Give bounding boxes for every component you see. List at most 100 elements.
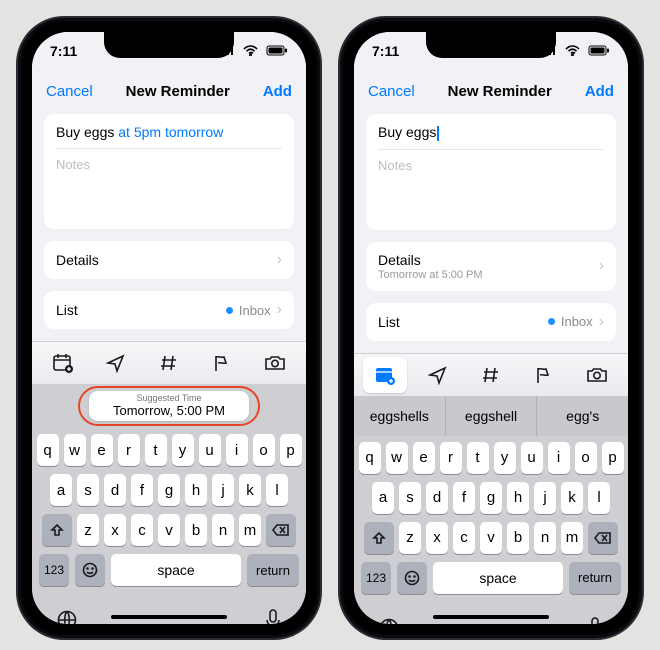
return-key[interactable]: return <box>247 554 299 586</box>
key-q[interactable]: q <box>359 442 381 474</box>
key-m[interactable]: m <box>239 514 261 546</box>
numbers-key[interactable]: 123 <box>39 554 69 586</box>
prediction-1[interactable]: eggshells <box>354 396 445 436</box>
key-d[interactable]: d <box>104 474 126 506</box>
globe-icon[interactable] <box>378 617 400 624</box>
key-a[interactable]: a <box>50 474 72 506</box>
list-row[interactable]: List Inbox › <box>44 291 294 329</box>
key-t[interactable]: t <box>467 442 489 474</box>
key-h[interactable]: h <box>185 474 207 506</box>
calendar-button[interactable] <box>363 357 407 393</box>
key-b[interactable]: b <box>507 522 529 554</box>
key-k[interactable]: k <box>239 474 261 506</box>
key-x[interactable]: x <box>426 522 448 554</box>
return-key[interactable]: return <box>569 562 621 594</box>
key-g[interactable]: g <box>480 482 502 514</box>
add-button[interactable]: Add <box>263 83 292 100</box>
key-s[interactable]: s <box>399 482 421 514</box>
shift-key[interactable] <box>364 522 394 554</box>
key-p[interactable]: p <box>280 434 302 466</box>
key-w[interactable]: w <box>386 442 408 474</box>
home-indicator[interactable] <box>433 615 549 619</box>
backspace-key[interactable] <box>588 522 618 554</box>
prediction-3[interactable]: egg's <box>537 396 628 436</box>
key-v[interactable]: v <box>158 514 180 546</box>
tag-button[interactable] <box>469 357 513 393</box>
key-j[interactable]: j <box>534 482 556 514</box>
key-x[interactable]: x <box>104 514 126 546</box>
key-b[interactable]: b <box>185 514 207 546</box>
details-row[interactable]: Details › <box>44 241 294 279</box>
key-d[interactable]: d <box>426 482 448 514</box>
key-o[interactable]: o <box>253 434 275 466</box>
location-button[interactable] <box>416 357 460 393</box>
space-key[interactable]: space <box>111 554 241 586</box>
calendar-button[interactable] <box>41 345 85 381</box>
space-key[interactable]: space <box>433 562 563 594</box>
key-a[interactable]: a <box>372 482 394 514</box>
key-u[interactable]: u <box>199 434 221 466</box>
key-u[interactable]: u <box>521 442 543 474</box>
details-row[interactable]: Details Tomorrow at 5:00 PM › <box>366 242 616 291</box>
key-z[interactable]: z <box>77 514 99 546</box>
key-f[interactable]: f <box>131 474 153 506</box>
key-c[interactable]: c <box>131 514 153 546</box>
tag-button[interactable] <box>147 345 191 381</box>
key-z[interactable]: z <box>399 522 421 554</box>
key-p[interactable]: p <box>602 442 624 474</box>
cancel-button[interactable]: Cancel <box>46 83 93 100</box>
home-indicator[interactable] <box>111 615 227 619</box>
prediction-2[interactable]: eggshell <box>446 396 537 436</box>
key-q[interactable]: q <box>37 434 59 466</box>
key-f[interactable]: f <box>453 482 475 514</box>
key-i[interactable]: i <box>226 434 248 466</box>
details-subtext: Tomorrow at 5:00 PM <box>378 269 483 281</box>
notes-input[interactable]: Notes <box>378 149 604 220</box>
key-l[interactable]: l <box>266 474 288 506</box>
key-s[interactable]: s <box>77 474 99 506</box>
key-i[interactable]: i <box>548 442 570 474</box>
suggested-time-pill[interactable]: Suggested Time Tomorrow, 5:00 PM <box>89 391 249 421</box>
key-w[interactable]: w <box>64 434 86 466</box>
mic-icon[interactable] <box>586 616 604 624</box>
cancel-button[interactable]: Cancel <box>368 83 415 100</box>
key-j[interactable]: j <box>212 474 234 506</box>
camera-button[interactable] <box>575 357 619 393</box>
key-y[interactable]: y <box>494 442 516 474</box>
key-c[interactable]: c <box>453 522 475 554</box>
key-n[interactable]: n <box>534 522 556 554</box>
emoji-key[interactable] <box>75 554 105 586</box>
title-input[interactable]: Buy eggs <box>378 124 604 141</box>
key-g[interactable]: g <box>158 474 180 506</box>
details-label: Details <box>378 252 483 268</box>
key-r[interactable]: r <box>118 434 140 466</box>
camera-button[interactable] <box>253 345 297 381</box>
backspace-key[interactable] <box>266 514 296 546</box>
globe-icon[interactable] <box>56 609 78 624</box>
key-e[interactable]: e <box>413 442 435 474</box>
location-button[interactable] <box>94 345 138 381</box>
key-o[interactable]: o <box>575 442 597 474</box>
numbers-key[interactable]: 123 <box>361 562 391 594</box>
key-y[interactable]: y <box>172 434 194 466</box>
key-n[interactable]: n <box>212 514 234 546</box>
quick-toolbar <box>32 341 306 384</box>
location-icon <box>106 353 126 373</box>
flag-button[interactable] <box>522 357 566 393</box>
notes-input[interactable]: Notes <box>56 148 282 219</box>
key-m[interactable]: m <box>561 522 583 554</box>
key-e[interactable]: e <box>91 434 113 466</box>
mic-icon[interactable] <box>264 608 282 624</box>
add-button[interactable]: Add <box>585 83 614 100</box>
key-t[interactable]: t <box>145 434 167 466</box>
shift-key[interactable] <box>42 514 72 546</box>
key-k[interactable]: k <box>561 482 583 514</box>
key-r[interactable]: r <box>440 442 462 474</box>
list-row[interactable]: List Inbox › <box>366 303 616 341</box>
key-l[interactable]: l <box>588 482 610 514</box>
emoji-key[interactable] <box>397 562 427 594</box>
title-input[interactable]: Buy eggs at 5pm tomorrow <box>56 124 282 140</box>
key-h[interactable]: h <box>507 482 529 514</box>
key-v[interactable]: v <box>480 522 502 554</box>
flag-button[interactable] <box>200 345 244 381</box>
